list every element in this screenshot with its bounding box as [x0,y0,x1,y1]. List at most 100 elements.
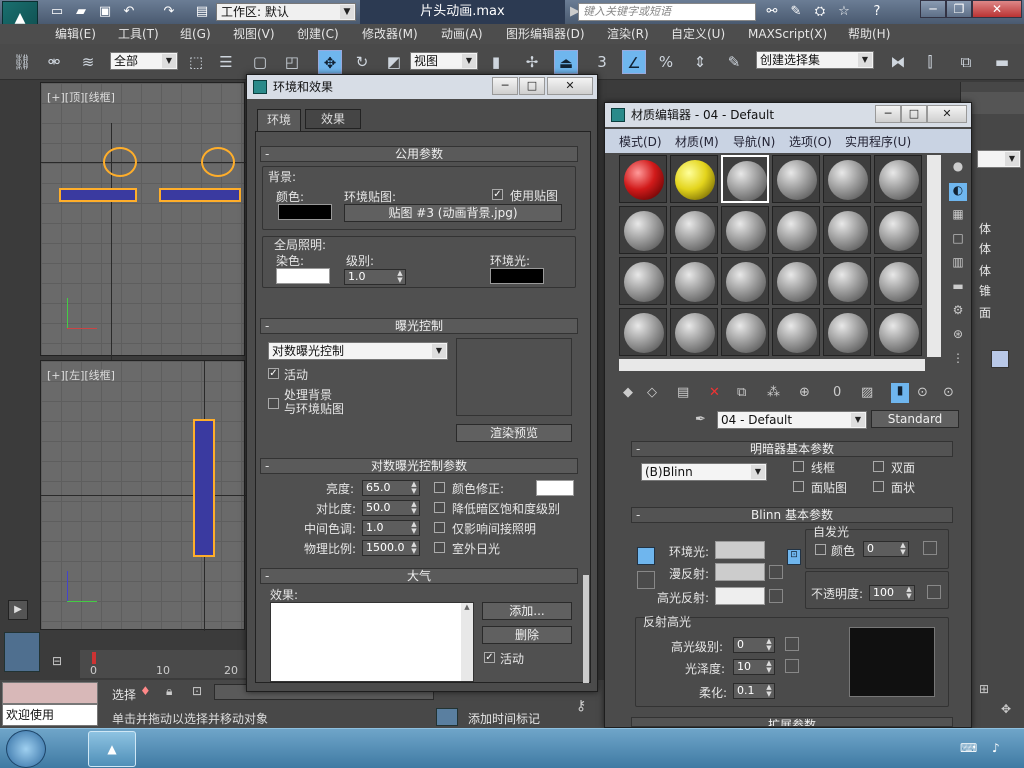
face-map-checkbox[interactable] [793,481,804,492]
render-preview-button[interactable]: 渲染预览 [456,424,572,442]
exterior-daylight-checkbox[interactable] [434,542,445,553]
common-params-rollout-header[interactable]: - 公用参数 [260,146,578,162]
object-type-dropdown[interactable]: ▼ [977,150,1021,168]
select-object-icon[interactable]: ⬚ [184,50,208,74]
shader-params-rollout-header[interactable]: - 明暗器基本参数 [631,441,953,457]
specular-color-swatch[interactable] [715,587,765,605]
backlight-icon[interactable]: ◐ [949,183,967,201]
material-type-button[interactable]: Standard [871,410,959,428]
spinner-arrows-icon[interactable]: ▲ ▼ [904,586,914,600]
menu-views[interactable]: 视图(V) [233,24,275,44]
command-panel-item-5[interactable]: 面 [979,304,991,321]
sample-slot-9[interactable] [721,206,769,254]
options-icon[interactable]: ⚙ [949,303,967,321]
selection-filter-dropdown[interactable]: 全部 ▼ [110,52,178,70]
sample-slot-20[interactable] [670,308,718,356]
glossiness-map-button[interactable] [785,659,799,673]
put-to-library-icon[interactable]: ⊕ [799,385,810,400]
close-button[interactable]: ✕ [972,0,1022,18]
tab-effects[interactable]: 效果 [305,109,361,129]
sample-slot-15[interactable] [721,257,769,305]
undo-icon[interactable]: ↶ [120,3,138,21]
add-effect-button[interactable]: 添加... [482,602,572,620]
save-icon[interactable]: ▣ [96,3,114,21]
named-selection-dropdown[interactable]: 创建选择集 ▼ [756,51,874,69]
sample-slot-5[interactable] [823,155,871,203]
color-correction-checkbox[interactable] [434,482,445,493]
spinner-arrows-icon[interactable]: ▲ ▼ [409,541,419,555]
mat-menu-navigation[interactable]: 导航(N) [733,133,775,150]
sample-slot-17[interactable] [823,257,871,305]
graphite-tools-icon[interactable]: ▬ [990,50,1014,74]
video-color-check-icon[interactable]: ▥ [949,255,967,273]
menu-help[interactable]: 帮助(H) [848,24,890,44]
redo-icon[interactable]: ↷ [160,3,178,21]
link-icon[interactable]: ⛓ [10,50,34,74]
background-pattern-icon[interactable]: ▦ [949,207,967,225]
keyboard-shortcut-override-icon[interactable]: ⏏ [554,50,578,74]
volume-tray-icon[interactable]: ♪ [992,741,1000,755]
ambient-color-swatch[interactable] [715,541,765,559]
window-crossing-icon[interactable]: ◰ [280,50,304,74]
sample-slot-2[interactable] [670,155,718,203]
desaturate-checkbox[interactable] [434,502,445,513]
command-panel-item-3[interactable]: 体 [979,262,991,279]
process-bg-checkbox[interactable] [268,398,279,409]
sample-slot-7[interactable] [619,206,667,254]
viewport-left-label[interactable]: [+][左][线框] [47,367,115,383]
project-folder-icon[interactable]: ▤ [193,3,211,21]
sample-slot-11[interactable] [823,206,871,254]
material-name-field[interactable]: 04 - Default ▼ [717,411,867,429]
rect-selection-icon[interactable]: ▢ [248,50,272,74]
spinner-arrows-icon[interactable]: ▲ ▼ [764,660,774,674]
env-maximize-button[interactable]: □ [519,77,545,95]
percent-snap-icon[interactable]: % [654,50,678,74]
mat-menu-material[interactable]: 材质(M) [675,133,719,150]
mat-menu-options[interactable]: 选项(O) [789,133,832,150]
menu-group[interactable]: 组(G) [180,24,211,44]
list-scrollbar[interactable]: ▲ [461,603,473,681]
pick-material-eyedropper-icon[interactable]: ✒ [695,412,706,427]
sample-hscroll[interactable] [619,359,925,371]
show-map-icon[interactable]: ▨ [861,385,873,400]
film-strip-object[interactable] [59,188,137,202]
unlink-icon[interactable]: ⚮ [42,50,66,74]
put-to-scene-icon[interactable]: ◇ [647,385,657,400]
mat-menu-utilities[interactable]: 实用程序(U) [845,133,911,150]
select-by-material-icon[interactable]: ⊛ [949,327,967,345]
uv-tiling-icon[interactable]: □ [949,231,967,249]
two-sided-checkbox[interactable] [873,461,884,472]
sample-slot-6[interactable] [874,155,922,203]
binoculars-icon[interactable]: ⚯ [763,3,781,21]
sample-slot-4[interactable] [772,155,820,203]
nav-zoom-icon[interactable]: ⊞ [979,682,989,696]
reset-map-icon[interactable]: ✕ [709,385,720,400]
sample-slot-14[interactable] [670,257,718,305]
mat-maximize-button[interactable]: □ [901,105,927,123]
go-to-parent-icon[interactable]: ⊙ [917,385,928,400]
indirect-only-checkbox[interactable] [434,522,445,533]
minimize-button[interactable]: ─ [920,0,946,18]
spec-level-spinner[interactable]: 0 ▲ ▼ [733,637,775,653]
start-button[interactable] [6,730,46,768]
viewport-top[interactable]: [+][顶][线框] [40,82,246,363]
select-scale-icon[interactable]: ◩ [382,50,406,74]
env-map-button[interactable]: 贴图 #3 (动画背景.jpg) [344,204,562,222]
lock-icon[interactable]: ⊡ [787,549,801,565]
spec-level-map-button[interactable] [785,637,799,651]
sample-slot-19[interactable] [619,308,667,356]
menu-modifiers[interactable]: 修改器(M) [362,24,418,44]
sample-slot-23[interactable] [823,308,871,356]
env-minimize-button[interactable]: ─ [492,77,518,95]
mat-close-button[interactable]: ✕ [927,105,967,123]
menu-tools[interactable]: 工具(T) [118,24,159,44]
spinner-arrows-icon[interactable]: ▲ ▼ [409,521,419,535]
assign-material-icon[interactable]: ▤ [677,385,689,400]
extended-params-rollout-header[interactable]: 扩展参数 [631,717,953,727]
select-rotate-icon[interactable]: ↻ [350,50,374,74]
sample-slot-13[interactable] [619,257,667,305]
open-file-icon[interactable]: ▰ [72,3,90,21]
communication-icon[interactable]: ✎ [787,3,805,21]
lock-ambient-diffuse-icon[interactable] [637,547,655,565]
spinner-arrows-icon[interactable]: ▲ ▼ [409,501,419,515]
